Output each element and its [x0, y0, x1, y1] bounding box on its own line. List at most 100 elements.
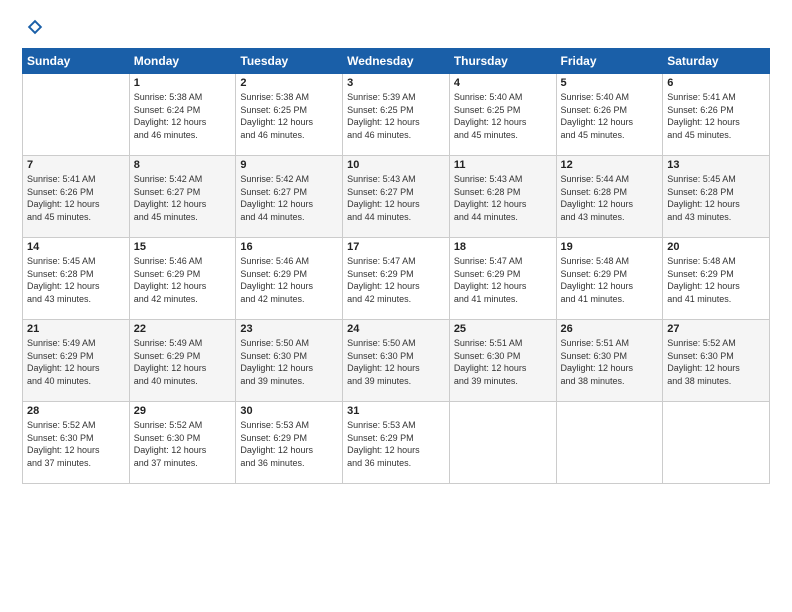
day-number: 23 [240, 323, 338, 335]
day-number: 24 [347, 323, 445, 335]
calendar-day-cell: 5 Sunrise: 5:40 AM Sunset: 6:26 PM Daylig… [556, 74, 663, 156]
weekday-header-cell: Wednesday [343, 49, 450, 74]
day-info: Sunrise: 5:45 AM Sunset: 6:28 PM Dayligh… [27, 255, 125, 305]
calendar-day-cell [23, 74, 130, 156]
weekday-header-cell: Monday [129, 49, 236, 74]
day-number: 4 [454, 77, 552, 89]
calendar-day-cell: 26 Sunrise: 5:51 AM Sunset: 6:30 PM Dayli… [556, 320, 663, 402]
calendar-day-cell: 28 Sunrise: 5:52 AM Sunset: 6:30 PM Dayli… [23, 402, 130, 484]
calendar-day-cell: 10Sunrise: 5:43 AM Sunset: 6:27 PM Dayli… [343, 156, 450, 238]
weekday-header-cell: Friday [556, 49, 663, 74]
calendar-day-cell [663, 402, 770, 484]
calendar-day-cell: 12Sunrise: 5:44 AM Sunset: 6:28 PM Dayli… [556, 156, 663, 238]
calendar-day-cell: 29Sunrise: 5:52 AM Sunset: 6:30 PM Dayli… [129, 402, 236, 484]
day-number: 16 [240, 241, 338, 253]
calendar-day-cell: 24Sunrise: 5:50 AM Sunset: 6:30 PM Dayli… [343, 320, 450, 402]
day-number: 15 [134, 241, 232, 253]
day-number: 21 [27, 323, 125, 335]
weekday-header-cell: Saturday [663, 49, 770, 74]
calendar-week-row: 28 Sunrise: 5:52 AM Sunset: 6:30 PM Dayli… [23, 402, 770, 484]
calendar-day-cell: 15 Sunrise: 5:46 AM Sunset: 6:29 PM Dayli… [129, 238, 236, 320]
day-info: Sunrise: 5:42 AM Sunset: 6:27 PM Dayligh… [240, 173, 338, 223]
day-info: Sunrise: 5:51 AM Sunset: 6:30 PM Dayligh… [454, 337, 552, 387]
day-info: Sunrise: 5:44 AM Sunset: 6:28 PM Dayligh… [561, 173, 659, 223]
day-number: 1 [134, 77, 232, 89]
day-number: 19 [561, 241, 659, 253]
header [22, 18, 770, 36]
day-info: Sunrise: 5:43 AM Sunset: 6:27 PM Dayligh… [347, 173, 445, 223]
day-info: Sunrise: 5:49 AM Sunset: 6:29 PM Dayligh… [134, 337, 232, 387]
calendar-day-cell: 31 Sunrise: 5:53 AM Sunset: 6:29 PM Dayli… [343, 402, 450, 484]
day-info: Sunrise: 5:48 AM Sunset: 6:29 PM Dayligh… [561, 255, 659, 305]
logo [22, 18, 44, 36]
calendar-day-cell [556, 402, 663, 484]
day-info: Sunrise: 5:41 AM Sunset: 6:26 PM Dayligh… [27, 173, 125, 223]
calendar-day-cell: 25 Sunrise: 5:51 AM Sunset: 6:30 PM Dayli… [449, 320, 556, 402]
calendar-table: SundayMondayTuesdayWednesdayThursdayFrid… [22, 48, 770, 484]
day-number: 8 [134, 159, 232, 171]
day-info: Sunrise: 5:49 AM Sunset: 6:29 PM Dayligh… [27, 337, 125, 387]
page: SundayMondayTuesdayWednesdayThursdayFrid… [0, 0, 792, 496]
calendar-day-cell: 7 Sunrise: 5:41 AM Sunset: 6:26 PM Daylig… [23, 156, 130, 238]
weekday-header-cell: Sunday [23, 49, 130, 74]
calendar-day-cell: 16 Sunrise: 5:46 AM Sunset: 6:29 PM Dayli… [236, 238, 343, 320]
calendar-day-cell: 22 Sunrise: 5:49 AM Sunset: 6:29 PM Dayli… [129, 320, 236, 402]
day-info: Sunrise: 5:50 AM Sunset: 6:30 PM Dayligh… [240, 337, 338, 387]
day-info: Sunrise: 5:46 AM Sunset: 6:29 PM Dayligh… [134, 255, 232, 305]
calendar-day-cell: 14Sunrise: 5:45 AM Sunset: 6:28 PM Dayli… [23, 238, 130, 320]
calendar-week-row: 21 Sunrise: 5:49 AM Sunset: 6:29 PM Dayli… [23, 320, 770, 402]
day-info: Sunrise: 5:52 AM Sunset: 6:30 PM Dayligh… [27, 419, 125, 469]
day-number: 18 [454, 241, 552, 253]
day-number: 22 [134, 323, 232, 335]
calendar-week-row: 14Sunrise: 5:45 AM Sunset: 6:28 PM Dayli… [23, 238, 770, 320]
day-number: 9 [240, 159, 338, 171]
calendar-body: 1 Sunrise: 5:38 AM Sunset: 6:24 PM Daylig… [23, 74, 770, 484]
calendar-day-cell: 4Sunrise: 5:40 AM Sunset: 6:25 PM Daylig… [449, 74, 556, 156]
day-info: Sunrise: 5:47 AM Sunset: 6:29 PM Dayligh… [347, 255, 445, 305]
day-info: Sunrise: 5:41 AM Sunset: 6:26 PM Dayligh… [667, 91, 765, 141]
calendar-day-cell: 8 Sunrise: 5:42 AM Sunset: 6:27 PM Daylig… [129, 156, 236, 238]
day-number: 28 [27, 405, 125, 417]
day-info: Sunrise: 5:38 AM Sunset: 6:25 PM Dayligh… [240, 91, 338, 141]
day-info: Sunrise: 5:53 AM Sunset: 6:29 PM Dayligh… [240, 419, 338, 469]
calendar-day-cell: 23 Sunrise: 5:50 AM Sunset: 6:30 PM Dayli… [236, 320, 343, 402]
day-info: Sunrise: 5:52 AM Sunset: 6:30 PM Dayligh… [667, 337, 765, 387]
day-number: 26 [561, 323, 659, 335]
day-info: Sunrise: 5:53 AM Sunset: 6:29 PM Dayligh… [347, 419, 445, 469]
day-number: 31 [347, 405, 445, 417]
day-info: Sunrise: 5:40 AM Sunset: 6:26 PM Dayligh… [561, 91, 659, 141]
day-info: Sunrise: 5:46 AM Sunset: 6:29 PM Dayligh… [240, 255, 338, 305]
calendar-day-cell: 3Sunrise: 5:39 AM Sunset: 6:25 PM Daylig… [343, 74, 450, 156]
day-info: Sunrise: 5:48 AM Sunset: 6:29 PM Dayligh… [667, 255, 765, 305]
day-number: 27 [667, 323, 765, 335]
day-number: 29 [134, 405, 232, 417]
calendar-day-cell: 19 Sunrise: 5:48 AM Sunset: 6:29 PM Dayli… [556, 238, 663, 320]
day-number: 30 [240, 405, 338, 417]
day-info: Sunrise: 5:43 AM Sunset: 6:28 PM Dayligh… [454, 173, 552, 223]
calendar-day-cell: 27 Sunrise: 5:52 AM Sunset: 6:30 PM Dayli… [663, 320, 770, 402]
day-number: 17 [347, 241, 445, 253]
calendar-day-cell: 18Sunrise: 5:47 AM Sunset: 6:29 PM Dayli… [449, 238, 556, 320]
day-number: 20 [667, 241, 765, 253]
calendar-day-cell: 21 Sunrise: 5:49 AM Sunset: 6:29 PM Dayli… [23, 320, 130, 402]
calendar-day-cell: 20 Sunrise: 5:48 AM Sunset: 6:29 PM Dayli… [663, 238, 770, 320]
day-number: 11 [454, 159, 552, 171]
weekday-header-cell: Thursday [449, 49, 556, 74]
day-number: 5 [561, 77, 659, 89]
day-info: Sunrise: 5:51 AM Sunset: 6:30 PM Dayligh… [561, 337, 659, 387]
day-info: Sunrise: 5:42 AM Sunset: 6:27 PM Dayligh… [134, 173, 232, 223]
day-number: 25 [454, 323, 552, 335]
day-number: 13 [667, 159, 765, 171]
calendar-week-row: 7 Sunrise: 5:41 AM Sunset: 6:26 PM Daylig… [23, 156, 770, 238]
logo-icon [26, 18, 44, 36]
calendar-day-cell [449, 402, 556, 484]
calendar-day-cell: 1 Sunrise: 5:38 AM Sunset: 6:24 PM Daylig… [129, 74, 236, 156]
day-info: Sunrise: 5:38 AM Sunset: 6:24 PM Dayligh… [134, 91, 232, 141]
calendar-day-cell: 6Sunrise: 5:41 AM Sunset: 6:26 PM Daylig… [663, 74, 770, 156]
weekday-header-row: SundayMondayTuesdayWednesdayThursdayFrid… [23, 49, 770, 74]
calendar-day-cell: 30 Sunrise: 5:53 AM Sunset: 6:29 PM Dayli… [236, 402, 343, 484]
calendar-day-cell: 11 Sunrise: 5:43 AM Sunset: 6:28 PM Dayli… [449, 156, 556, 238]
day-number: 7 [27, 159, 125, 171]
calendar-day-cell: 17 Sunrise: 5:47 AM Sunset: 6:29 PM Dayli… [343, 238, 450, 320]
day-number: 3 [347, 77, 445, 89]
